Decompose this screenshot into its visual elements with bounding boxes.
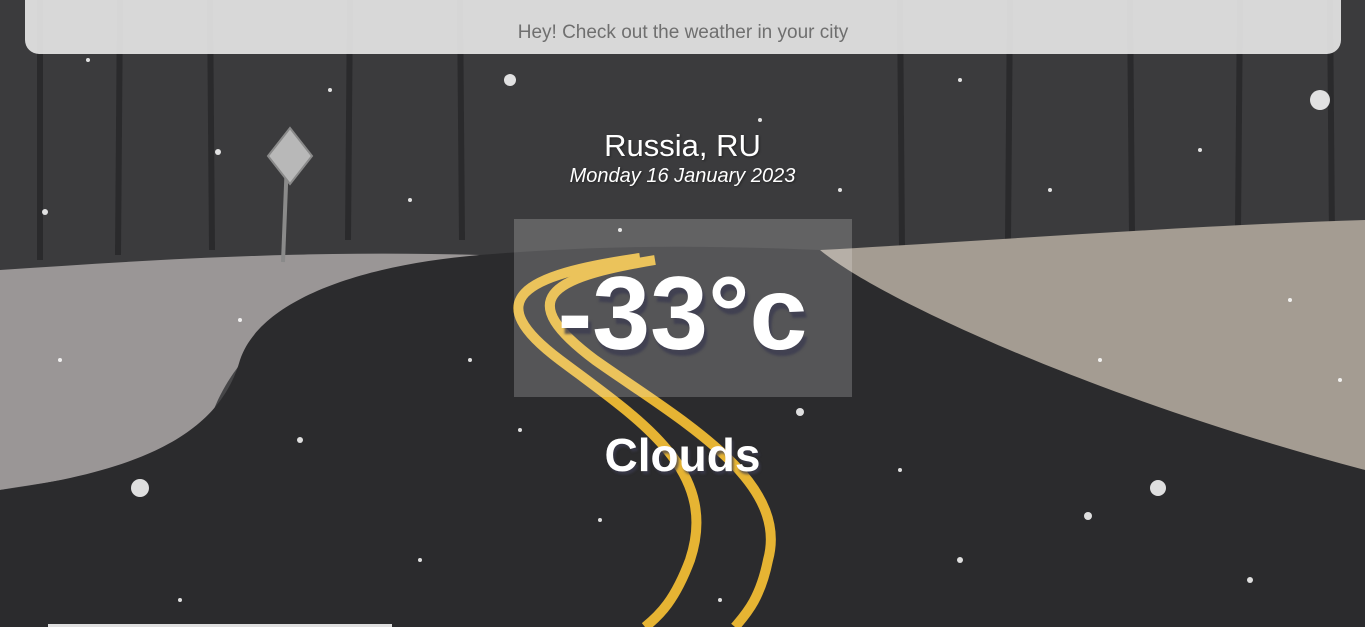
location-label: Russia, RU: [604, 128, 761, 163]
weather-condition: Clouds: [604, 429, 761, 481]
temperature-value: -33°c: [557, 256, 808, 372]
date-label: Monday 16 January 2023: [569, 165, 796, 187]
city-search-input[interactable]: [25, 0, 1341, 54]
